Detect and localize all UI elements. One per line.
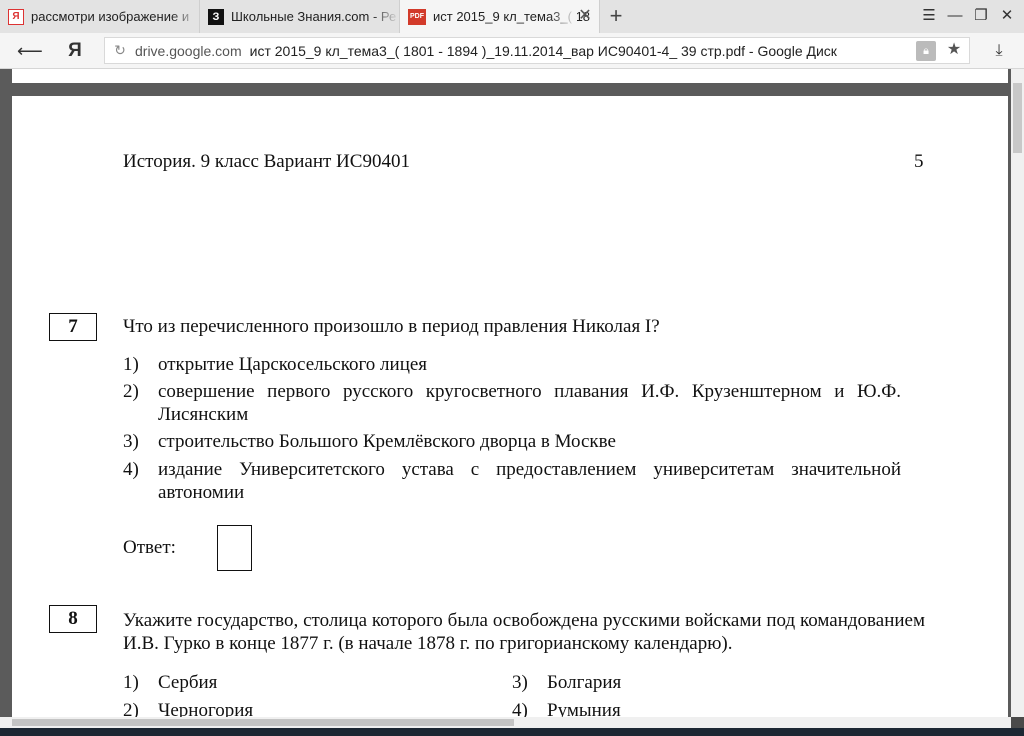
lock-icon[interactable]: 🔒︎ <box>916 41 936 61</box>
restore-window-icon[interactable]: ❐ <box>970 6 992 26</box>
menu-hamburger-icon[interactable]: ☰ <box>918 6 940 26</box>
question-7-option-2: 2) совершение первого русского кругосветн… <box>123 381 901 425</box>
question-8-option-3: 3) Болгария <box>512 672 622 693</box>
question-8-number: 8 <box>49 605 97 633</box>
close-tab-icon[interactable]: ✕ <box>577 8 593 24</box>
yandex-logo-icon[interactable]: Я <box>64 40 86 62</box>
question-7-option-1: 1) открытие Царскосельского лицея <box>123 354 428 375</box>
pdf-viewer[interactable]: История. 9 класс Вариант ИС90401 5 7 Что… <box>0 69 1024 721</box>
page-title: ист 2015_9 кл_тема3_( 1801 - 1894 )_19.1… <box>249 42 837 59</box>
vertical-scrollbar-thumb[interactable] <box>1013 83 1022 153</box>
question-7-text: Что из перечисленного произошло в период… <box>123 316 660 337</box>
navigation-bar: ⟵ Я ↻ drive.google.com ист 2015_9 кл_тем… <box>0 33 1024 69</box>
tab-strip: Я рассмотри изображение и З Школьные Зна… <box>0 0 1024 33</box>
tab-yandex-search[interactable]: Я рассмотри изображение и <box>0 0 200 33</box>
bookmark-star-icon[interactable]: ★ <box>944 40 964 60</box>
document-header: История. 9 класс Вариант ИС90401 <box>123 151 410 172</box>
answer-box <box>217 525 252 571</box>
os-taskbar <box>0 728 1024 736</box>
page-number: 5 <box>914 151 924 172</box>
tab-znanija[interactable]: З Школьные Знания.com - Ре <box>200 0 400 33</box>
pdf-page: История. 9 класс Вариант ИС90401 5 7 Что… <box>12 96 1008 721</box>
download-icon[interactable]: ⤓ <box>988 40 1010 62</box>
previous-page-bottom <box>12 69 1008 83</box>
close-window-icon[interactable]: ✕ <box>996 6 1018 26</box>
back-arrow-icon[interactable]: ⟵ <box>17 40 43 62</box>
yandex-favicon-icon: Я <box>8 8 24 25</box>
horizontal-scrollbar-thumb[interactable] <box>12 719 514 726</box>
znanija-favicon-icon: З <box>208 8 224 25</box>
new-tab-plus-icon[interactable]: + <box>605 5 627 27</box>
question-8-text: Укажите государство, столица которого бы… <box>123 610 925 654</box>
vertical-scrollbar[interactable] <box>1011 69 1024 717</box>
question-7-option-3: 3) строительство Большого Кремлёвского дв… <box>123 431 616 452</box>
url-domain: drive.google.com <box>135 42 242 59</box>
question-7-option-4: 4) издание Университетского устава с пред… <box>123 459 901 503</box>
question-7-number: 7 <box>49 313 97 341</box>
reload-icon[interactable]: ↻ <box>105 42 135 59</box>
horizontal-scrollbar[interactable] <box>0 717 1011 728</box>
minimize-icon[interactable]: — <box>944 6 966 26</box>
tab-pdf-document[interactable]: PDF ист 2015_9 кл_тема3_( 18 ✕ <box>400 0 600 33</box>
address-bar[interactable]: ↻ drive.google.com ист 2015_9 кл_тема3_(… <box>104 37 970 64</box>
pdf-favicon-icon: PDF <box>408 8 426 25</box>
question-8-option-1: 1) Сербия <box>123 672 218 693</box>
answer-label: Ответ: <box>123 537 176 558</box>
